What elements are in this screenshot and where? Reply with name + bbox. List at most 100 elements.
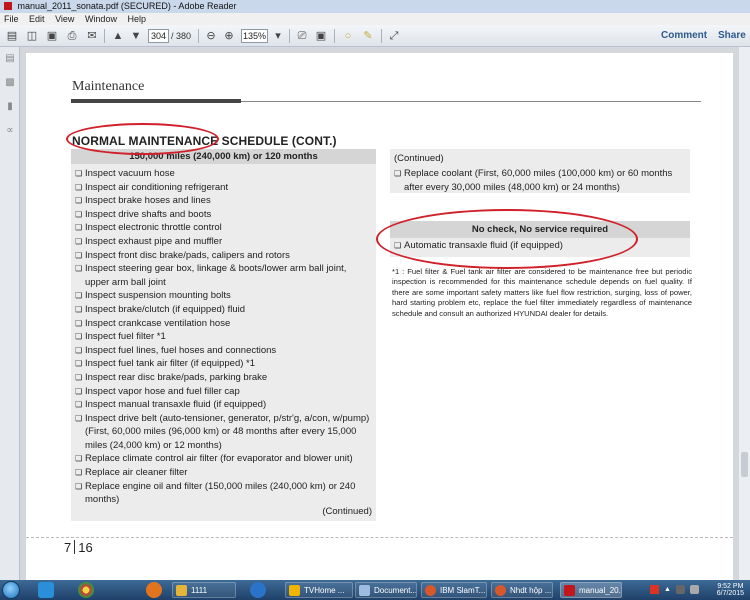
- list-item: Replace engine oil and filter (150,000 m…: [75, 480, 372, 507]
- print-icon[interactable]: ⎙: [64, 28, 80, 44]
- checklist: Replace coolant (First, 60,000 miles (10…: [390, 164, 690, 194]
- taskbar-item-manual[interactable]: manual_20...: [560, 582, 622, 598]
- vietkey-icon[interactable]: [650, 585, 659, 594]
- annotation-oval-title: [66, 123, 219, 155]
- start-button[interactable]: [2, 581, 20, 599]
- attachment-icon[interactable]: ∝: [5, 125, 15, 136]
- open-icon[interactable]: ◫: [24, 28, 40, 44]
- main-toolbar: ▤ ◫ ▣ ⎙ ✉ ▲ ▼ 304 / 380 ⊖ ⊕ 135% ▾ ⎚ ▣ ○…: [0, 25, 750, 47]
- toolbar-separator: [289, 29, 290, 43]
- share-button[interactable]: Share: [718, 30, 746, 41]
- taskbar-item-label: 1111: [191, 586, 208, 595]
- tray-arrow-icon[interactable]: ▲: [664, 586, 671, 593]
- explorer-pin-icon[interactable]: [38, 582, 54, 598]
- page-number: 7 16: [64, 540, 93, 555]
- volume-icon[interactable]: [690, 585, 699, 594]
- network-icon[interactable]: [676, 585, 685, 594]
- list-item: Inspect fuel tank air filter (if equippe…: [75, 357, 372, 371]
- ie-pin-icon[interactable]: [250, 582, 266, 598]
- list-item: Inspect crankcase ventilation hose: [75, 317, 372, 331]
- page-number-value: 16: [78, 540, 93, 555]
- page-total: / 380: [171, 31, 192, 41]
- zoom-out-icon[interactable]: ⊖: [203, 28, 219, 44]
- expand-icon[interactable]: ⤢: [386, 28, 402, 44]
- list-item: Inspect manual transaxle fluid (if equip…: [75, 398, 372, 412]
- footnote: *1 : Fuel filter & Fuel tank air filter …: [392, 267, 692, 318]
- list-item: Inspect drive shafts and boots: [75, 208, 372, 222]
- page-number-input[interactable]: 304: [148, 29, 169, 43]
- zoom-in-icon[interactable]: ⊕: [221, 28, 237, 44]
- checklist: Inspect vacuum hose Inspect air conditio…: [71, 164, 376, 507]
- adobe-reader-icon: [4, 2, 12, 10]
- toolbar-separator: [104, 29, 105, 43]
- list-item: Inspect brake hoses and lines: [75, 194, 372, 208]
- section-header: Maintenance: [72, 79, 145, 94]
- list-item: Inspect exhaust pipe and muffler: [75, 235, 372, 249]
- taskbar-item-label: Nhdt hộp ...: [510, 586, 552, 595]
- comment-button[interactable]: Comment: [661, 30, 707, 41]
- highlight-icon[interactable]: ✎: [360, 28, 376, 44]
- toolbar-separator: [381, 29, 382, 43]
- fit-page-icon[interactable]: ⎚: [294, 28, 310, 44]
- taskbar-item-label: TVHome ...: [304, 586, 345, 595]
- previous-page-icon[interactable]: ▲: [110, 28, 126, 44]
- create-pdf-icon[interactable]: ▤: [4, 28, 20, 44]
- email-icon[interactable]: ✉: [84, 28, 100, 44]
- lock-icon[interactable]: ▩: [5, 77, 15, 88]
- menu-file[interactable]: File: [4, 14, 19, 24]
- window-title: manual_2011_sonata.pdf (SECURED) - Adobe…: [17, 1, 237, 11]
- pdf-page: Maintenance NORMAL MAINTENANCE SCHEDULE …: [26, 53, 733, 580]
- pages-icon[interactable]: ▤: [5, 53, 15, 64]
- list-item: Inspect brake/clutch (if equipped) fluid: [75, 303, 372, 317]
- scrollbar-thumb[interactable]: [741, 452, 748, 477]
- next-page-icon[interactable]: ▼: [128, 28, 144, 44]
- taskbar-item-ibm[interactable]: IBM SlamT...: [421, 582, 487, 598]
- left-schedule-box: 150,000 miles (240,000 km) or 120 months…: [71, 149, 376, 521]
- menu-help[interactable]: Help: [127, 14, 146, 24]
- app-icon: [289, 585, 300, 596]
- list-item: Inspect vapor hose and fuel filler cap: [75, 385, 372, 399]
- document-viewport[interactable]: Maintenance NORMAL MAINTENANCE SCHEDULE …: [21, 47, 739, 580]
- taskbar-item-label: Document...: [374, 586, 417, 595]
- right-continued-box: (Continued) Replace coolant (First, 60,0…: [390, 149, 690, 193]
- zoom-dropdown-icon[interactable]: ▾: [270, 28, 286, 44]
- taskbar-item-label: manual_20...: [579, 586, 622, 595]
- vertical-scrollbar[interactable]: [739, 47, 750, 580]
- clock[interactable]: 9:52 PM 6/7/2015: [717, 583, 744, 597]
- toolbar-separator: [198, 29, 199, 43]
- chrome-pin-icon[interactable]: [78, 582, 94, 598]
- list-item: Inspect rear disc brake/pads, parking br…: [75, 371, 372, 385]
- toolbar-separator: [334, 29, 335, 43]
- continued-label: (Continued): [394, 153, 444, 164]
- list-item: Inspect suspension mounting bolts: [75, 289, 372, 303]
- list-item: Inspect front disc brake/pads, calipers …: [75, 249, 372, 263]
- chapter-number: 7: [64, 540, 72, 555]
- list-item: Replace climate control air filter (for …: [75, 452, 372, 466]
- list-item: Inspect electronic throttle control: [75, 221, 372, 235]
- list-item: Inspect air conditioning refrigerant: [75, 181, 372, 195]
- system-tray: ▲ 9:52 PM 6/7/2015: [646, 582, 750, 598]
- menu-window[interactable]: Window: [85, 14, 117, 24]
- taskbar-item-1111[interactable]: 1111: [172, 582, 236, 598]
- window-titlebar: manual_2011_sonata.pdf (SECURED) - Adobe…: [0, 0, 750, 13]
- list-item: Replace air cleaner filter: [75, 466, 372, 480]
- firefox-pin-icon[interactable]: [146, 582, 162, 598]
- save-icon[interactable]: ▣: [44, 28, 60, 44]
- windows-taskbar: 1111 TVHome ... Document... IBM SlamT...…: [0, 580, 750, 600]
- bookmark-icon[interactable]: ▮: [5, 101, 15, 112]
- navigation-panel: ▤ ▩ ▮ ∝: [0, 47, 20, 580]
- list-item: Inspect fuel lines, fuel hoses and conne…: [75, 344, 372, 358]
- list-item: Inspect fuel filter *1: [75, 330, 372, 344]
- fit-width-icon[interactable]: ▣: [313, 28, 329, 44]
- clock-time: 9:52 PM: [717, 583, 744, 590]
- page-number-divider: [74, 540, 76, 554]
- taskbar-item-nhdt[interactable]: Nhdt hộp ...: [491, 582, 553, 598]
- taskbar-item-document[interactable]: Document...: [355, 582, 417, 598]
- menu-view[interactable]: View: [55, 14, 74, 24]
- menu-edit[interactable]: Edit: [29, 14, 45, 24]
- sticky-note-icon[interactable]: ○: [340, 28, 356, 44]
- clock-date: 6/7/2015: [716, 590, 744, 597]
- taskbar-item-tvhome[interactable]: TVHome ...: [285, 582, 353, 598]
- firefox-icon: [495, 585, 506, 596]
- zoom-select[interactable]: 135%: [241, 29, 268, 43]
